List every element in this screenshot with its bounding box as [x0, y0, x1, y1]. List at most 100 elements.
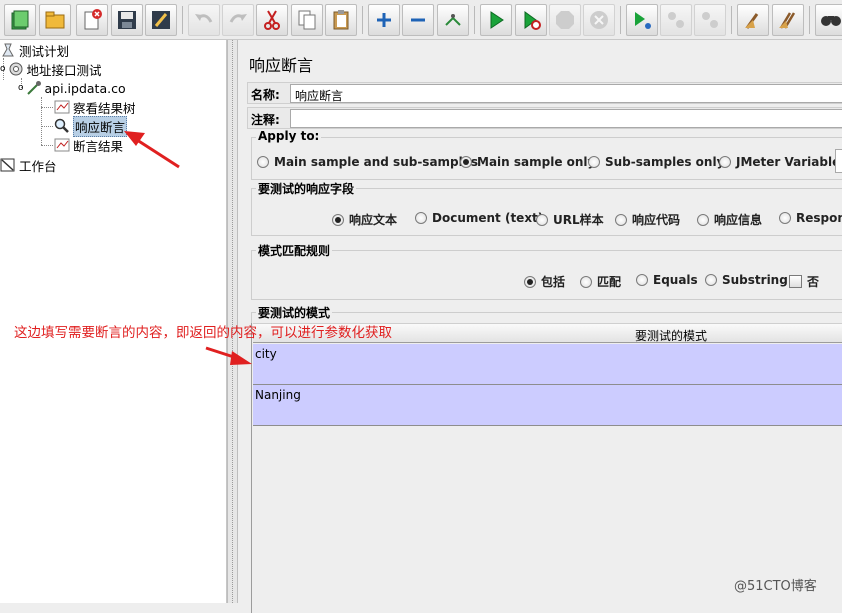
tree-node-assertion-results[interactable]: 断言结果 — [54, 136, 123, 154]
radio-indicator — [719, 156, 731, 168]
option-label: 响应文本 — [349, 213, 398, 227]
name-row: 名称: 响应断言 — [247, 82, 842, 104]
undo-icon — [195, 14, 213, 23]
tree-node-workbench[interactable]: 工作台 — [0, 156, 57, 174]
expand-handle-icon[interactable]: o — [18, 83, 24, 93]
tree-node-sampler[interactable]: o api.ipdata.co — [18, 79, 126, 97]
jmeter-variable-field[interactable] — [835, 149, 842, 173]
tree-label: 响应断言 — [73, 115, 128, 137]
expand-handle-icon[interactable]: o — [0, 64, 6, 74]
main-toolbar — [0, 0, 842, 40]
patterns-table: 要测试的模式 city Nanjing — [251, 323, 842, 613]
rule-substring-radio[interactable]: Substring — [705, 273, 788, 287]
option-label: 包括 — [541, 275, 566, 289]
expand-all-button[interactable] — [368, 4, 400, 36]
apply-main-only-radio[interactable]: Main sample only — [460, 155, 595, 169]
search-button[interactable] — [815, 4, 842, 36]
field-response-code-radio[interactable]: 响应代码 — [615, 211, 680, 228]
tree-node-view-results[interactable]: 察看结果树 — [54, 98, 136, 116]
redo-button[interactable] — [222, 4, 254, 36]
clear-all-icon — [779, 12, 796, 29]
comment-field[interactable] — [290, 109, 842, 128]
radio-indicator — [615, 213, 627, 226]
table-row[interactable]: city — [253, 344, 842, 385]
apply-to-group: Apply to: Main sample and sub-samples Ma… — [251, 129, 842, 180]
apply-main-and-sub-radio[interactable]: Main sample and sub-samples — [257, 155, 478, 169]
remote-stop-button[interactable] — [660, 4, 692, 36]
remote-shutdown-icon — [702, 12, 718, 28]
toggle-button[interactable] — [437, 4, 469, 36]
response-field-label: 要测试的响应字段 — [256, 180, 357, 197]
remote-shutdown-button[interactable] — [694, 4, 726, 36]
tree-node-thread-group[interactable]: o 地址接口测试 — [0, 60, 102, 78]
redo-icon — [229, 14, 247, 23]
field-response-message-radio[interactable]: 响应信息 — [697, 211, 762, 228]
option-label: Document (text) — [432, 211, 544, 225]
save-icon — [118, 11, 136, 29]
pipette-icon — [26, 80, 42, 96]
copy-button[interactable] — [291, 4, 323, 36]
rule-equals-radio[interactable]: Equals — [636, 273, 698, 287]
tree-label: 测试计划 — [19, 43, 70, 59]
open-button[interactable] — [76, 4, 108, 36]
clear-all-button[interactable] — [772, 4, 804, 36]
start-button[interactable] — [480, 4, 512, 36]
test-plan-icon — [0, 42, 16, 58]
name-field[interactable]: 响应断言 — [290, 84, 842, 103]
cut-button[interactable] — [256, 4, 288, 36]
clear-icon — [745, 13, 759, 29]
shutdown-button[interactable] — [583, 4, 615, 36]
option-label: Main sample only — [477, 155, 596, 169]
field-response-headers-radio[interactable]: Respons — [779, 211, 842, 225]
option-label: Substring — [722, 273, 788, 287]
field-response-text-radio[interactable]: 响应文本 — [332, 211, 397, 228]
save-button[interactable] — [111, 4, 143, 36]
option-label: JMeter Variable — [736, 155, 841, 169]
radio-indicator — [580, 275, 592, 288]
tree-label: 工作台 — [19, 158, 57, 174]
radio-indicator — [779, 212, 791, 224]
tree-node-response-assertion[interactable]: 响应断言 — [54, 115, 128, 137]
start-icon — [490, 11, 504, 29]
rule-matches-radio[interactable]: 匹配 — [580, 273, 621, 290]
start-no-pause-icon — [524, 11, 541, 30]
comment-label: 注释: — [251, 113, 280, 127]
rule-not-checkbox[interactable]: 否 — [789, 273, 819, 290]
annotation-text: 这边填写需要断言的内容，即返回的内容，可以进行参数化获取 — [14, 325, 392, 341]
radio-indicator — [332, 213, 344, 226]
copy-icon — [298, 10, 316, 30]
collapse-all-button[interactable] — [402, 4, 434, 36]
option-label: 响应信息 — [714, 213, 763, 227]
templates-button[interactable] — [39, 4, 71, 36]
field-url-radio[interactable]: URL样本 — [536, 211, 604, 228]
expand-icon — [377, 13, 391, 27]
shutdown-icon — [590, 11, 608, 29]
save-as-button[interactable] — [145, 4, 177, 36]
radio-indicator — [524, 275, 536, 288]
undo-button[interactable] — [188, 4, 220, 36]
new-button[interactable] — [4, 4, 36, 36]
workbench-icon — [0, 157, 16, 173]
stop-button[interactable] — [549, 4, 581, 36]
response-field-group: 要测试的响应字段 响应文本 Document (text) URL样本 响应代码… — [251, 180, 842, 236]
start-no-pause-button[interactable] — [515, 4, 547, 36]
apply-sub-only-radio[interactable]: Sub-samples only — [588, 155, 724, 169]
rule-contains-radio[interactable]: 包括 — [524, 273, 565, 290]
option-label: Equals — [653, 273, 698, 287]
search-icon — [821, 16, 841, 26]
radio-indicator — [460, 156, 472, 168]
tree-node-test-plan[interactable]: 测试计划 — [0, 41, 69, 59]
apply-jmeter-variable-radio[interactable]: JMeter Variable — [719, 155, 840, 169]
field-document-radio[interactable]: Document (text) — [415, 211, 543, 225]
radio-indicator — [705, 274, 717, 286]
watermark: @51CTO博客 — [734, 579, 817, 594]
table-row[interactable]: Nanjing — [253, 385, 842, 426]
radio-indicator — [636, 274, 648, 286]
clear-button[interactable] — [737, 4, 769, 36]
remote-start-button[interactable] — [626, 4, 658, 36]
patterns-label: 要测试的模式 — [256, 304, 333, 321]
option-label: Main sample and sub-samples — [274, 155, 479, 169]
save-as-icon — [152, 11, 170, 29]
paste-button[interactable] — [325, 4, 357, 36]
comment-row: 注释: — [247, 107, 842, 129]
